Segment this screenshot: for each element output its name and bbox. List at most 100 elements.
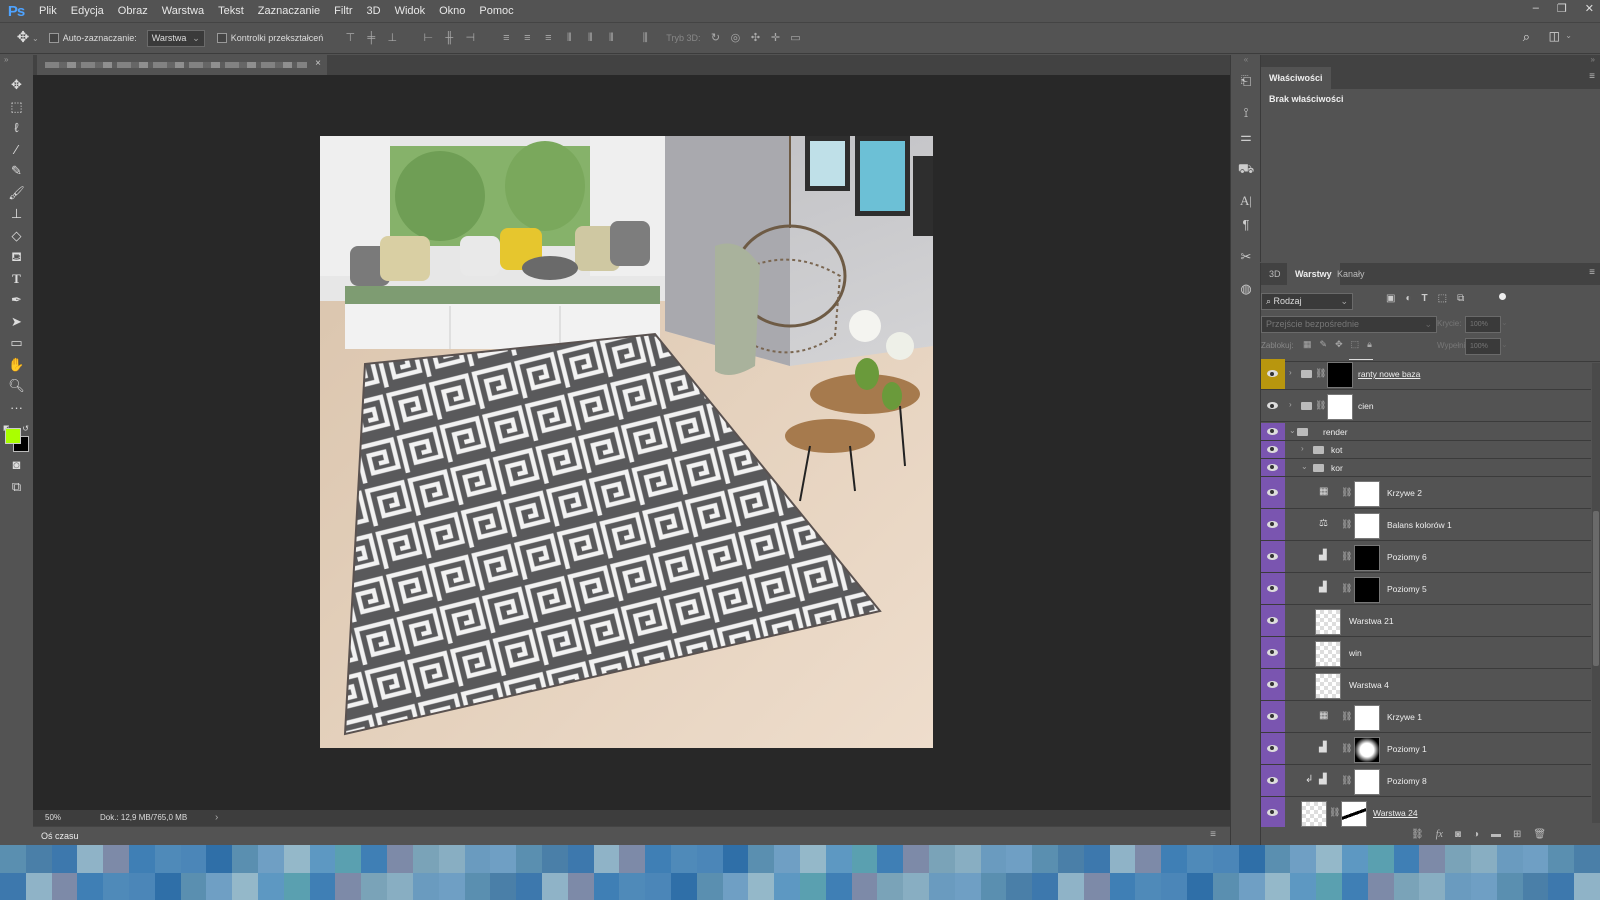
layer-row[interactable]: ⚖ ⛓ Balans kolorów 1 xyxy=(1261,509,1591,541)
mask-link-icon[interactable]: ⛓ xyxy=(1315,368,1326,379)
properties-menu-icon[interactable]: ≡ xyxy=(1589,71,1595,82)
marquee-tool-icon[interactable]: ⬚ xyxy=(0,96,33,118)
3d-icon[interactable]: ◍ xyxy=(1231,277,1261,301)
align-bottom-icon[interactable]: ⊥ xyxy=(385,31,399,45)
close-tab-icon[interactable]: × xyxy=(315,58,321,69)
layer-visibility-toggle[interactable] xyxy=(1261,765,1285,796)
move-tool-icon[interactable]: ✥ xyxy=(16,30,30,45)
paragraph-icon[interactable]: ¶ xyxy=(1231,213,1261,237)
blend-mode-dropdown[interactable]: Przejście bezpośrednie ⌄ xyxy=(1261,316,1437,333)
layer-thumbnail[interactable] xyxy=(1301,800,1327,827)
fill-slider-chevron-icon[interactable]: ⌄ xyxy=(1501,340,1508,349)
layer-visibility-toggle[interactable] xyxy=(1261,423,1285,440)
layer-visibility-toggle[interactable] xyxy=(1261,459,1285,476)
layer-visibility-toggle[interactable] xyxy=(1261,733,1285,764)
layer-thumbnail[interactable] xyxy=(1315,672,1341,699)
toolbar-collapse-icon[interactable]: » xyxy=(4,55,8,64)
expand-arrow-icon[interactable]: › xyxy=(1301,444,1304,453)
move-tool-icon[interactable]: ✥ xyxy=(0,74,33,96)
layer-filter-dropdown[interactable]: ⌕ Rodzaj ⌄ xyxy=(1261,293,1353,310)
more-tools-icon[interactable]: ··· xyxy=(0,397,33,419)
menu-item-0[interactable]: Plik xyxy=(32,5,64,17)
layer-mask-thumbnail[interactable] xyxy=(1354,704,1380,731)
lasso-tool-icon[interactable]: ℓ xyxy=(0,117,33,139)
adjustments-icon[interactable]: ⚌ xyxy=(1231,125,1261,149)
layer-visibility-toggle[interactable] xyxy=(1261,477,1285,508)
menu-item-4[interactable]: Tekst xyxy=(211,5,251,17)
menu-item-8[interactable]: Widok xyxy=(388,5,433,17)
filter-toggle-icon[interactable] xyxy=(1499,293,1506,300)
opacity-field[interactable]: 100% xyxy=(1465,316,1501,333)
layer-thumbnail[interactable] xyxy=(1315,640,1341,667)
layer-mask-thumbnail[interactable] xyxy=(1341,800,1367,827)
auto-align-icon[interactable]: ⫼ xyxy=(638,31,652,45)
new-adjustment-icon[interactable]: ◑ xyxy=(1473,829,1479,840)
brush-settings-icon[interactable]: ⟟ xyxy=(1231,101,1261,125)
lock-transparency-icon[interactable]: ▦ xyxy=(1303,339,1312,350)
eraser-tool-icon[interactable]: ◇ xyxy=(0,225,33,247)
layer-visibility-toggle[interactable] xyxy=(1261,573,1285,604)
scale-3d-icon[interactable]: ▭ xyxy=(788,31,802,45)
character-icon[interactable]: A| xyxy=(1231,189,1261,213)
layer-scrollbar[interactable] xyxy=(1592,363,1600,823)
quick-mask-icon[interactable]: ◙ xyxy=(0,454,33,476)
hand-tool-icon[interactable]: ✋ xyxy=(0,354,33,376)
layer-row[interactable]: ▟ ⛓ Poziomy 5 xyxy=(1261,573,1591,605)
menu-item-7[interactable]: 3D xyxy=(360,5,388,17)
layer-row[interactable]: ⌄ render xyxy=(1261,423,1591,441)
layer-visibility-toggle[interactable] xyxy=(1261,441,1285,458)
layer-row[interactable]: ⌄ kor xyxy=(1261,459,1591,477)
menu-item-1[interactable]: Edycja xyxy=(64,5,111,17)
tool-presets-icon[interactable]: ✂ xyxy=(1231,245,1261,269)
distribute-bottom-icon[interactable]: ≡ xyxy=(541,31,555,45)
layer-mask-thumbnail[interactable] xyxy=(1354,576,1380,603)
filter-pixel-icon[interactable]: ▣ xyxy=(1386,293,1395,304)
foreground-color-swatch[interactable] xyxy=(5,428,21,444)
pan-3d-icon[interactable]: ✣ xyxy=(748,31,762,45)
type-tool-icon[interactable]: T xyxy=(0,268,33,290)
layer-row[interactable]: ↲ ▟ ⛓ Poziomy 8 xyxy=(1261,765,1591,797)
distribute-vcenter-icon[interactable]: ≡ xyxy=(520,31,534,45)
status-menu-arrow-icon[interactable]: › xyxy=(215,812,218,823)
eyedropper-tool-icon[interactable]: ✎ xyxy=(0,160,33,182)
paint-bucket-tool-icon[interactable]: ⛾ xyxy=(0,246,33,268)
expand-arrow-icon[interactable]: ⌄ xyxy=(1289,426,1296,435)
mask-link-icon[interactable]: ⛓ xyxy=(1329,807,1340,818)
mask-link-icon[interactable]: ⛓ xyxy=(1341,487,1352,498)
new-group-icon[interactable]: ▬ xyxy=(1491,829,1501,840)
tool-preset-chevron-icon[interactable]: ⌄ xyxy=(32,34,39,43)
layer-thumbnail[interactable] xyxy=(1315,608,1341,635)
layer-mask-thumbnail[interactable] xyxy=(1354,544,1380,571)
layer-mask-thumbnail[interactable] xyxy=(1327,362,1353,388)
layer-row[interactable]: › ⛓ ranty nowe baza xyxy=(1261,359,1591,390)
mask-link-icon[interactable]: ⛓ xyxy=(1315,400,1326,411)
lock-all-icon[interactable]: 🔒︎ xyxy=(1367,339,1372,350)
layer-row[interactable]: › ⛓ cien xyxy=(1261,391,1591,422)
mask-link-icon[interactable]: ⛓ xyxy=(1341,551,1352,562)
menu-item-6[interactable]: Filtr xyxy=(327,5,359,17)
pen-tool-icon[interactable]: ✒ xyxy=(0,289,33,311)
workspace-icon[interactable]: ◫ xyxy=(1549,29,1560,43)
distribute-hcenter-icon[interactable]: ⫴ xyxy=(583,31,597,45)
align-vcenter-icon[interactable]: ╪ xyxy=(364,31,378,45)
menu-item-2[interactable]: Obraz xyxy=(111,5,155,17)
layer-row[interactable]: ▟ ⛓ Poziomy 6 xyxy=(1261,541,1591,573)
strip-collapse-icon[interactable]: « xyxy=(1231,55,1261,69)
layer-visibility-toggle[interactable] xyxy=(1261,359,1285,389)
auto-select-dropdown[interactable]: Warstwa ⌄ xyxy=(146,29,205,47)
mask-link-icon[interactable]: ⛓ xyxy=(1341,519,1352,530)
layer-visibility-toggle[interactable] xyxy=(1261,509,1285,540)
path-selection-tool-icon[interactable]: ➤ xyxy=(0,311,33,333)
slide-3d-icon[interactable]: ✛ xyxy=(768,31,782,45)
layer-row[interactable]: Warstwa 4 xyxy=(1261,669,1591,701)
layer-mask-thumbnail[interactable] xyxy=(1354,512,1380,539)
layer-row[interactable]: ▦ ⛓ Krzywe 1 xyxy=(1261,701,1591,733)
layer-visibility-toggle[interactable] xyxy=(1261,605,1285,636)
timeline-tab[interactable]: Oś czasu xyxy=(41,831,79,841)
layer-visibility-toggle[interactable] xyxy=(1261,701,1285,732)
layer-visibility-toggle[interactable] xyxy=(1261,669,1285,700)
layer-style-icon[interactable]: fx xyxy=(1436,829,1443,840)
workspace-chevron-icon[interactable]: ⌄ xyxy=(1565,31,1572,40)
add-mask-icon[interactable]: ◙ xyxy=(1455,829,1461,840)
minimize-icon[interactable]: – xyxy=(1533,2,1539,15)
